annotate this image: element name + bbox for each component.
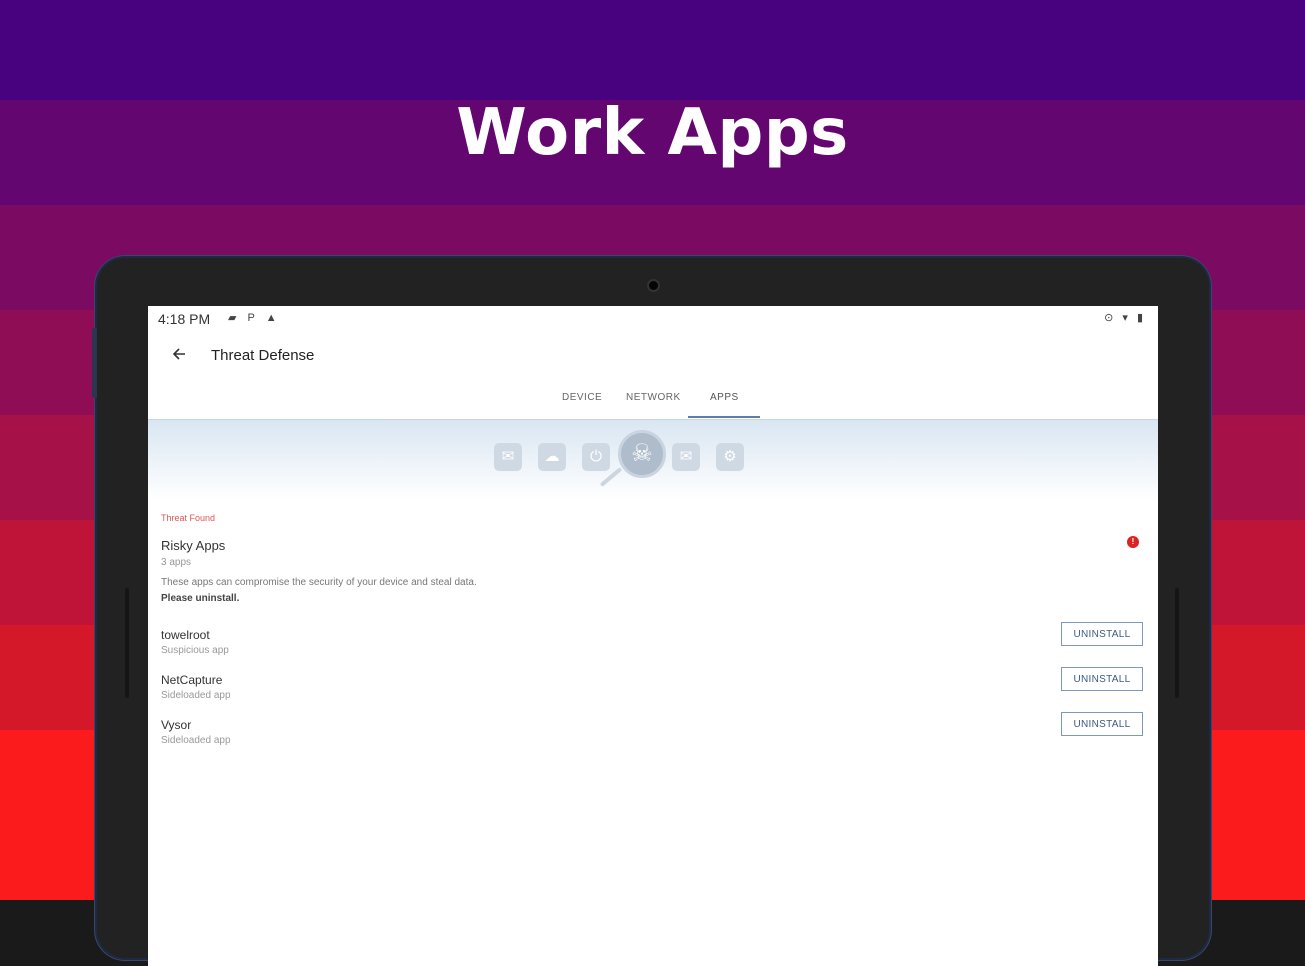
gear-icon: ⚙: [716, 443, 744, 471]
app-bar: Threat Defense: [148, 332, 1158, 380]
stripe: [0, 0, 1305, 100]
threat-description: These apps can compromise the security o…: [161, 577, 477, 588]
page-title: Threat Defense: [211, 347, 315, 364]
risky-apps-title: Risky Apps: [161, 538, 226, 553]
tab-apps[interactable]: APPS: [710, 392, 739, 403]
threat-status: Threat Found: [161, 513, 216, 523]
list-item: NetCapture Sideloaded app UNINSTALL: [148, 667, 1158, 713]
chat-icon: ✉: [494, 443, 522, 471]
tab-network[interactable]: NETWORK: [626, 392, 681, 403]
threat-banner: ✉ ☁ ⏻ ☠ ✉ ⚙: [148, 419, 1158, 500]
uninstall-button[interactable]: UNINSTALL: [1061, 622, 1143, 646]
side-button: [1175, 588, 1179, 698]
app-type: Sideloaded app: [161, 735, 231, 746]
list-item: towelroot Suspicious app UNINSTALL: [148, 622, 1158, 668]
cloud-icon: ☁: [538, 443, 566, 471]
tab-device[interactable]: DEVICE: [562, 392, 602, 403]
status-left-icons: ▰ P ▲: [228, 312, 281, 324]
back-arrow-icon[interactable]: [168, 344, 190, 366]
uninstall-button[interactable]: UNINSTALL: [1061, 667, 1143, 691]
risky-apps-count: 3 apps: [161, 557, 192, 568]
tab-bar: DEVICE NETWORK APPS: [148, 386, 1158, 420]
status-bar: 4:18 PM ▰ P ▲ ⊙ ▾ ▮: [148, 306, 1158, 332]
status-time: 4:18 PM: [158, 311, 211, 327]
uninstall-button[interactable]: UNINSTALL: [1061, 712, 1143, 736]
camera: [649, 281, 658, 290]
skull-icon: ☠: [618, 430, 666, 478]
app-name: towelroot: [161, 628, 210, 642]
side-button: [92, 328, 97, 398]
screen: 4:18 PM ▰ P ▲ ⊙ ▾ ▮ Threat Defense DEVIC…: [148, 306, 1158, 966]
list-item: Vysor Sideloaded app UNINSTALL: [148, 712, 1158, 758]
side-button: [125, 588, 129, 698]
app-type: Suspicious app: [161, 645, 229, 656]
app-name: Vysor: [161, 718, 192, 732]
mail-icon: ✉: [672, 443, 700, 471]
power-icon: ⏻: [582, 443, 610, 471]
app-type: Sideloaded app: [161, 690, 231, 701]
alert-badge-icon: !: [1127, 536, 1139, 548]
app-name: NetCapture: [161, 673, 223, 687]
headline: Work Apps: [456, 96, 849, 170]
active-tab-indicator: [688, 416, 760, 418]
status-right-icons: ⊙ ▾ ▮: [1104, 312, 1146, 324]
arrow-left-icon: [172, 348, 185, 360]
threat-action-text: Please uninstall.: [161, 593, 240, 604]
tablet-frame: 4:18 PM ▰ P ▲ ⊙ ▾ ▮ Threat Defense DEVIC…: [92, 258, 1209, 966]
